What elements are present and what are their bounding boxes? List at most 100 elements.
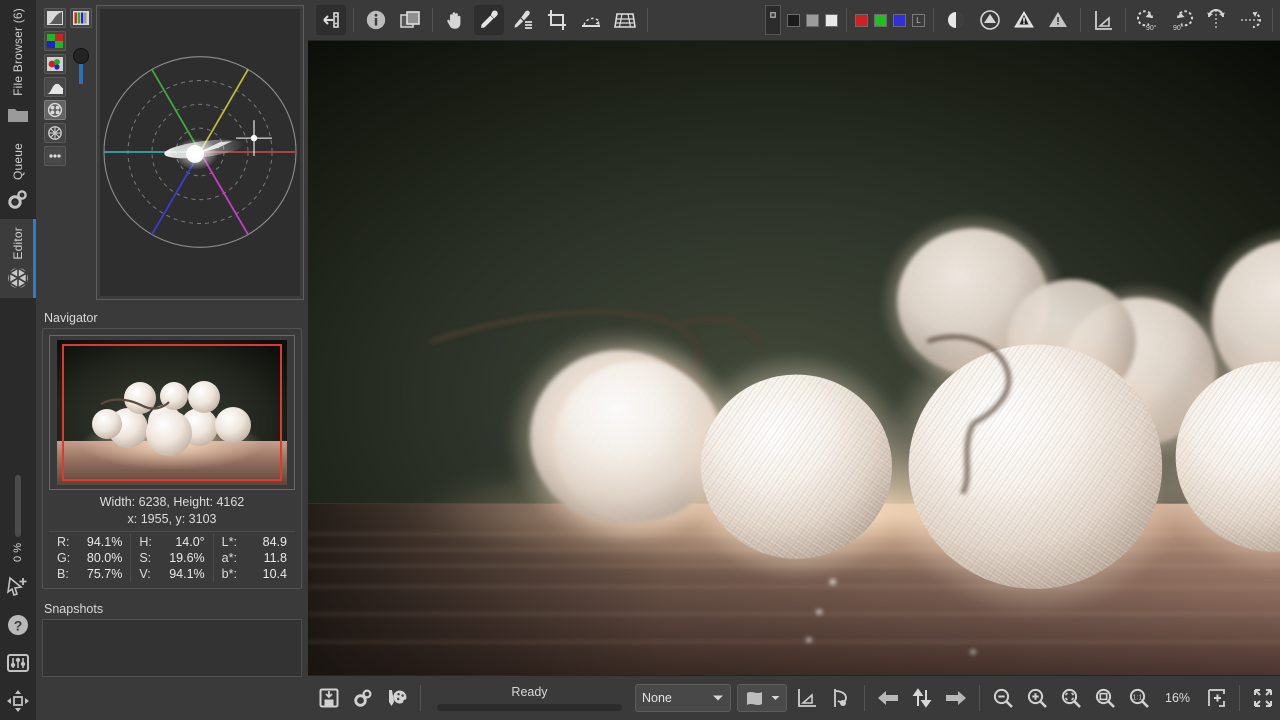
cursor-position: x: 1955, y: 3103 [127, 512, 217, 526]
detach-window-icon[interactable] [1201, 683, 1231, 713]
snapshots-section: Snapshots [42, 599, 302, 677]
readout-key: H: [139, 535, 152, 549]
photo-cotton-lights[interactable] [308, 41, 1280, 675]
navigator-section: Navigator Width: 6238, Height: 4162 x: 1… [42, 308, 302, 589]
readout-value: 84.9 [262, 535, 287, 549]
palette-brush-icon[interactable] [382, 683, 412, 713]
fullscreen-icon[interactable] [1248, 683, 1278, 713]
readout-row: b*: 10.4 [214, 566, 295, 582]
crop-icon[interactable] [542, 5, 572, 35]
bg-swatch-grey[interactable] [806, 13, 820, 27]
rotate-left-90-icon[interactable]: 90° [1133, 5, 1163, 35]
readout-key: G: [57, 551, 71, 565]
zoom-out-icon[interactable] [988, 683, 1018, 713]
question-circle-icon[interactable]: ? [5, 612, 31, 638]
arrow-right-icon[interactable] [941, 683, 971, 713]
rgb-bars-icon[interactable] [70, 8, 92, 28]
navigator-thumbnail[interactable] [57, 340, 287, 485]
readout-key: V: [139, 567, 151, 581]
readout-rgb: R: 94.1% G: 80.0% B: 75.7% [49, 534, 130, 582]
flip-horizontal-icon[interactable] [1235, 5, 1265, 35]
channel-green-swatch[interactable] [874, 13, 888, 27]
sidebar-item-queue[interactable]: Queue [0, 135, 36, 219]
profile-angle-icon[interactable] [1088, 5, 1118, 35]
readout-row: H: 14.0° [131, 534, 212, 550]
arrow-left-icon[interactable] [873, 683, 903, 713]
bg-swatch-black[interactable] [787, 13, 801, 27]
sidebar-item-file-browser[interactable]: File Browser (6) [0, 0, 36, 135]
toolbar-separator [1080, 8, 1082, 32]
perspective-grid-icon[interactable] [610, 5, 640, 35]
readout-value: 19.6% [169, 551, 205, 565]
folder-icon [6, 103, 30, 127]
channel-blue-swatch[interactable] [893, 13, 907, 27]
navigator-frame: Width: 6238, Height: 4162 x: 1955, y: 31… [42, 328, 302, 589]
zoom-1to1-icon[interactable]: 1:1 [1124, 683, 1154, 713]
color-readout: R: 94.1% G: 80.0% B: 75.7% H: 14.0° S: 1… [49, 531, 295, 582]
zoom-crop-icon[interactable] [1090, 683, 1120, 713]
scope-controls [68, 5, 94, 300]
soft-proofing-button[interactable] [737, 684, 787, 712]
image-dimensions: Width: 6238, Height: 4162 [99, 495, 245, 509]
straighten-icon[interactable] [576, 5, 606, 35]
rotate-right-90-icon[interactable]: 90° [1167, 5, 1197, 35]
sliders-icon[interactable] [5, 650, 31, 676]
panel-collapse-left-icon[interactable] [316, 5, 346, 35]
warning-triangle-light-icon[interactable] [1043, 5, 1073, 35]
scope-slider-track[interactable] [79, 64, 83, 84]
snapshots-list[interactable] [42, 619, 302, 677]
queue-gears-icon[interactable] [348, 683, 378, 713]
zoom-in-icon[interactable] [1022, 683, 1052, 713]
progress-track [15, 475, 21, 538]
histogram-curve-icon[interactable] [44, 8, 66, 28]
info-circle-icon[interactable] [361, 5, 391, 35]
vectorscope-hs-icon[interactable] [44, 100, 66, 120]
progress-label: 0 % [12, 543, 24, 562]
half-circle-icon[interactable] [941, 5, 971, 35]
rgb-squares-icon[interactable] [44, 31, 66, 51]
vectorscope-hc-icon[interactable] [44, 123, 66, 143]
vectorscope-panel[interactable] [96, 5, 304, 300]
bg-mode-icon[interactable] [765, 5, 782, 35]
navigator-thumbnail-wrap[interactable] [49, 335, 295, 490]
statusbar-separator [864, 685, 865, 711]
channel-red-swatch[interactable] [855, 13, 869, 27]
spot-wb-icon[interactable] [508, 5, 538, 35]
gamut-check-icon[interactable] [792, 683, 822, 713]
channel-luminance-swatch[interactable]: L [912, 13, 926, 27]
output-profile-select[interactable]: None [635, 684, 731, 712]
scope-brightness-slider[interactable] [73, 48, 89, 64]
move-arrows-icon[interactable] [5, 688, 31, 714]
luminance-wave-icon[interactable] [44, 77, 66, 97]
bars-icon[interactable] [44, 146, 66, 166]
readout-key: B: [57, 567, 69, 581]
zoom-fit-icon[interactable] [1056, 683, 1086, 713]
status-area: Ready [427, 685, 632, 711]
status-text: Ready [511, 685, 548, 699]
clipping-icon[interactable] [826, 683, 856, 713]
save-disk-icon[interactable] [314, 683, 344, 713]
rgb-chroma-icon[interactable] [44, 54, 66, 74]
readout-row: L*: 84.9 [214, 534, 295, 550]
vectorscope-canvas[interactable] [100, 9, 300, 296]
before-after-icon[interactable] [395, 5, 425, 35]
main-tab-rail: File Browser (6) Queue Editor 0 % ? [0, 0, 36, 720]
bg-swatch-white[interactable] [825, 13, 839, 27]
readout-value: 80.0% [86, 551, 123, 565]
cursor-plus-icon[interactable] [5, 574, 31, 600]
image-canvas[interactable] [308, 41, 1280, 675]
hand-icon[interactable] [440, 5, 470, 35]
readout-row: G: 80.0% [49, 550, 130, 566]
editor-main: L 90° 90° Ready None 1:1 16% [308, 0, 1280, 720]
readout-value: 14.0° [175, 535, 205, 549]
eyedropper-icon[interactable] [474, 5, 504, 35]
gamut-circle-icon[interactable] [975, 5, 1005, 35]
flip-vertical-icon[interactable] [1201, 5, 1231, 35]
sync-updown-icon[interactable] [907, 683, 937, 713]
readout-value: 94.1% [169, 567, 205, 581]
svg-text:90°: 90° [1146, 24, 1157, 32]
sidebar-item-editor[interactable]: Editor [0, 218, 36, 299]
warning-triangle-dark-icon[interactable] [1009, 5, 1039, 35]
readout-key: R: [57, 535, 70, 549]
readout-key: a*: [221, 551, 237, 565]
